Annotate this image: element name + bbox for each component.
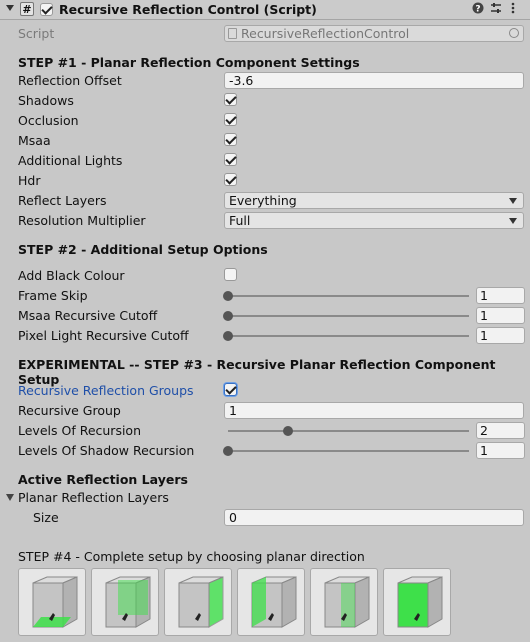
component-header: # Recursive Reflection Control (Script) …	[0, 0, 530, 20]
msaa-label: Msaa	[18, 133, 51, 148]
frame-skip-slider[interactable]	[223, 291, 469, 301]
slider-thumb[interactable]	[283, 426, 293, 436]
slider-thumb[interactable]	[223, 331, 233, 341]
recursive-reflection-groups-label: Recursive Reflection Groups	[18, 383, 194, 398]
additional-lights-label: Additional Lights	[18, 153, 123, 168]
pixel-light-cutoff-slider[interactable]	[223, 331, 469, 341]
levels-of-recursion-slider[interactable]	[228, 426, 469, 436]
msaa-checkbox[interactable]	[224, 133, 237, 146]
recursive-group-label: Recursive Group	[18, 403, 121, 418]
pixel-light-cutoff-field[interactable]: 1	[476, 327, 525, 344]
add-black-colour-label: Add Black Colour	[18, 268, 125, 283]
recursive-reflection-groups-checkbox[interactable]	[224, 383, 237, 396]
cube-front-icon	[324, 576, 370, 628]
resolution-multiplier-dropdown[interactable]: Full	[224, 212, 524, 229]
msaa-recursive-cutoff-slider[interactable]	[223, 311, 469, 321]
pixel-light-cutoff-label: Pixel Light Recursive Cutoff	[18, 328, 189, 343]
slider-thumb[interactable]	[223, 446, 233, 456]
slider-thumb[interactable]	[223, 311, 233, 321]
levels-of-shadow-recursion-field[interactable]: 1	[476, 442, 525, 459]
direction-right-solid-button[interactable]	[383, 568, 451, 636]
add-black-colour-checkbox[interactable]	[224, 268, 237, 281]
script-icon: #	[20, 2, 34, 16]
levels-of-recursion-field[interactable]: 2	[476, 422, 525, 439]
reflect-layers-label: Reflect Layers	[18, 193, 107, 208]
recursive-group-field[interactable]: 1	[224, 402, 524, 419]
foldout-arrow-icon[interactable]	[6, 494, 14, 501]
script-field[interactable]: RecursiveReflectionControl	[224, 25, 524, 42]
component-title: Recursive Reflection Control (Script)	[59, 2, 317, 17]
levels-of-recursion-label: Levels Of Recursion	[18, 423, 141, 438]
reflect-layers-value: Everything	[229, 193, 297, 208]
cube-back-icon	[105, 576, 151, 628]
direction-right-button[interactable]	[164, 568, 232, 636]
occlusion-checkbox[interactable]	[224, 113, 237, 126]
shadows-checkbox[interactable]	[224, 93, 237, 106]
cube-right-icon	[178, 576, 224, 628]
script-field-value: RecursiveReflectionControl	[241, 26, 410, 41]
component-enabled-checkbox[interactable]	[40, 3, 53, 16]
preset-icon[interactable]	[490, 2, 502, 17]
cube-left-icon	[251, 576, 297, 628]
occlusion-label: Occlusion	[18, 113, 79, 128]
slider-thumb[interactable]	[223, 291, 233, 301]
help-icon[interactable]: ?	[472, 2, 484, 17]
frame-skip-field[interactable]: 1	[476, 287, 525, 304]
direction-left-button[interactable]	[237, 568, 305, 636]
levels-of-shadow-recursion-label: Levels Of Shadow Recursion	[18, 443, 195, 458]
msaa-recursive-cutoff-label: Msaa Recursive Cutoff	[18, 308, 158, 323]
msaa-recursive-cutoff-field[interactable]: 1	[476, 307, 525, 324]
object-picker-icon[interactable]	[509, 28, 519, 38]
svg-text:?: ?	[475, 5, 480, 15]
resolution-multiplier-value: Full	[229, 213, 251, 228]
active-reflection-layers-title: Active Reflection Layers	[18, 472, 188, 487]
size-label: Size	[33, 510, 59, 525]
additional-lights-checkbox[interactable]	[224, 153, 237, 166]
chevron-down-icon	[509, 198, 517, 204]
script-label: Script	[18, 26, 55, 41]
frame-skip-label: Frame Skip	[18, 288, 88, 303]
chevron-down-icon	[509, 218, 517, 224]
menu-icon[interactable]	[511, 2, 515, 17]
planar-reflection-layers-foldout[interactable]: Planar Reflection Layers	[18, 490, 169, 505]
direction-front-button[interactable]	[310, 568, 378, 636]
resolution-multiplier-label: Resolution Multiplier	[18, 213, 146, 228]
size-field[interactable]: 0	[224, 509, 524, 526]
direction-back-button[interactable]	[91, 568, 159, 636]
cube-right-solid-icon	[397, 576, 443, 628]
step4-title: STEP #4 - Complete setup by choosing pla…	[18, 549, 365, 564]
direction-floor-button[interactable]	[18, 568, 86, 636]
hdr-label: Hdr	[18, 173, 41, 188]
reflect-layers-dropdown[interactable]: Everything	[224, 192, 524, 209]
step2-title: STEP #2 - Additional Setup Options	[18, 242, 268, 257]
levels-of-shadow-recursion-slider[interactable]	[223, 446, 469, 456]
foldout-arrow-icon[interactable]	[6, 5, 14, 11]
reflection-offset-field[interactable]: -3.6	[224, 72, 524, 89]
reflection-offset-label: Reflection Offset	[18, 73, 122, 88]
hdr-checkbox[interactable]	[224, 173, 237, 186]
cube-floor-icon	[32, 576, 78, 628]
shadows-label: Shadows	[18, 93, 74, 108]
script-file-icon	[228, 28, 237, 39]
step1-title: STEP #1 - Planar Reflection Component Se…	[18, 55, 360, 70]
